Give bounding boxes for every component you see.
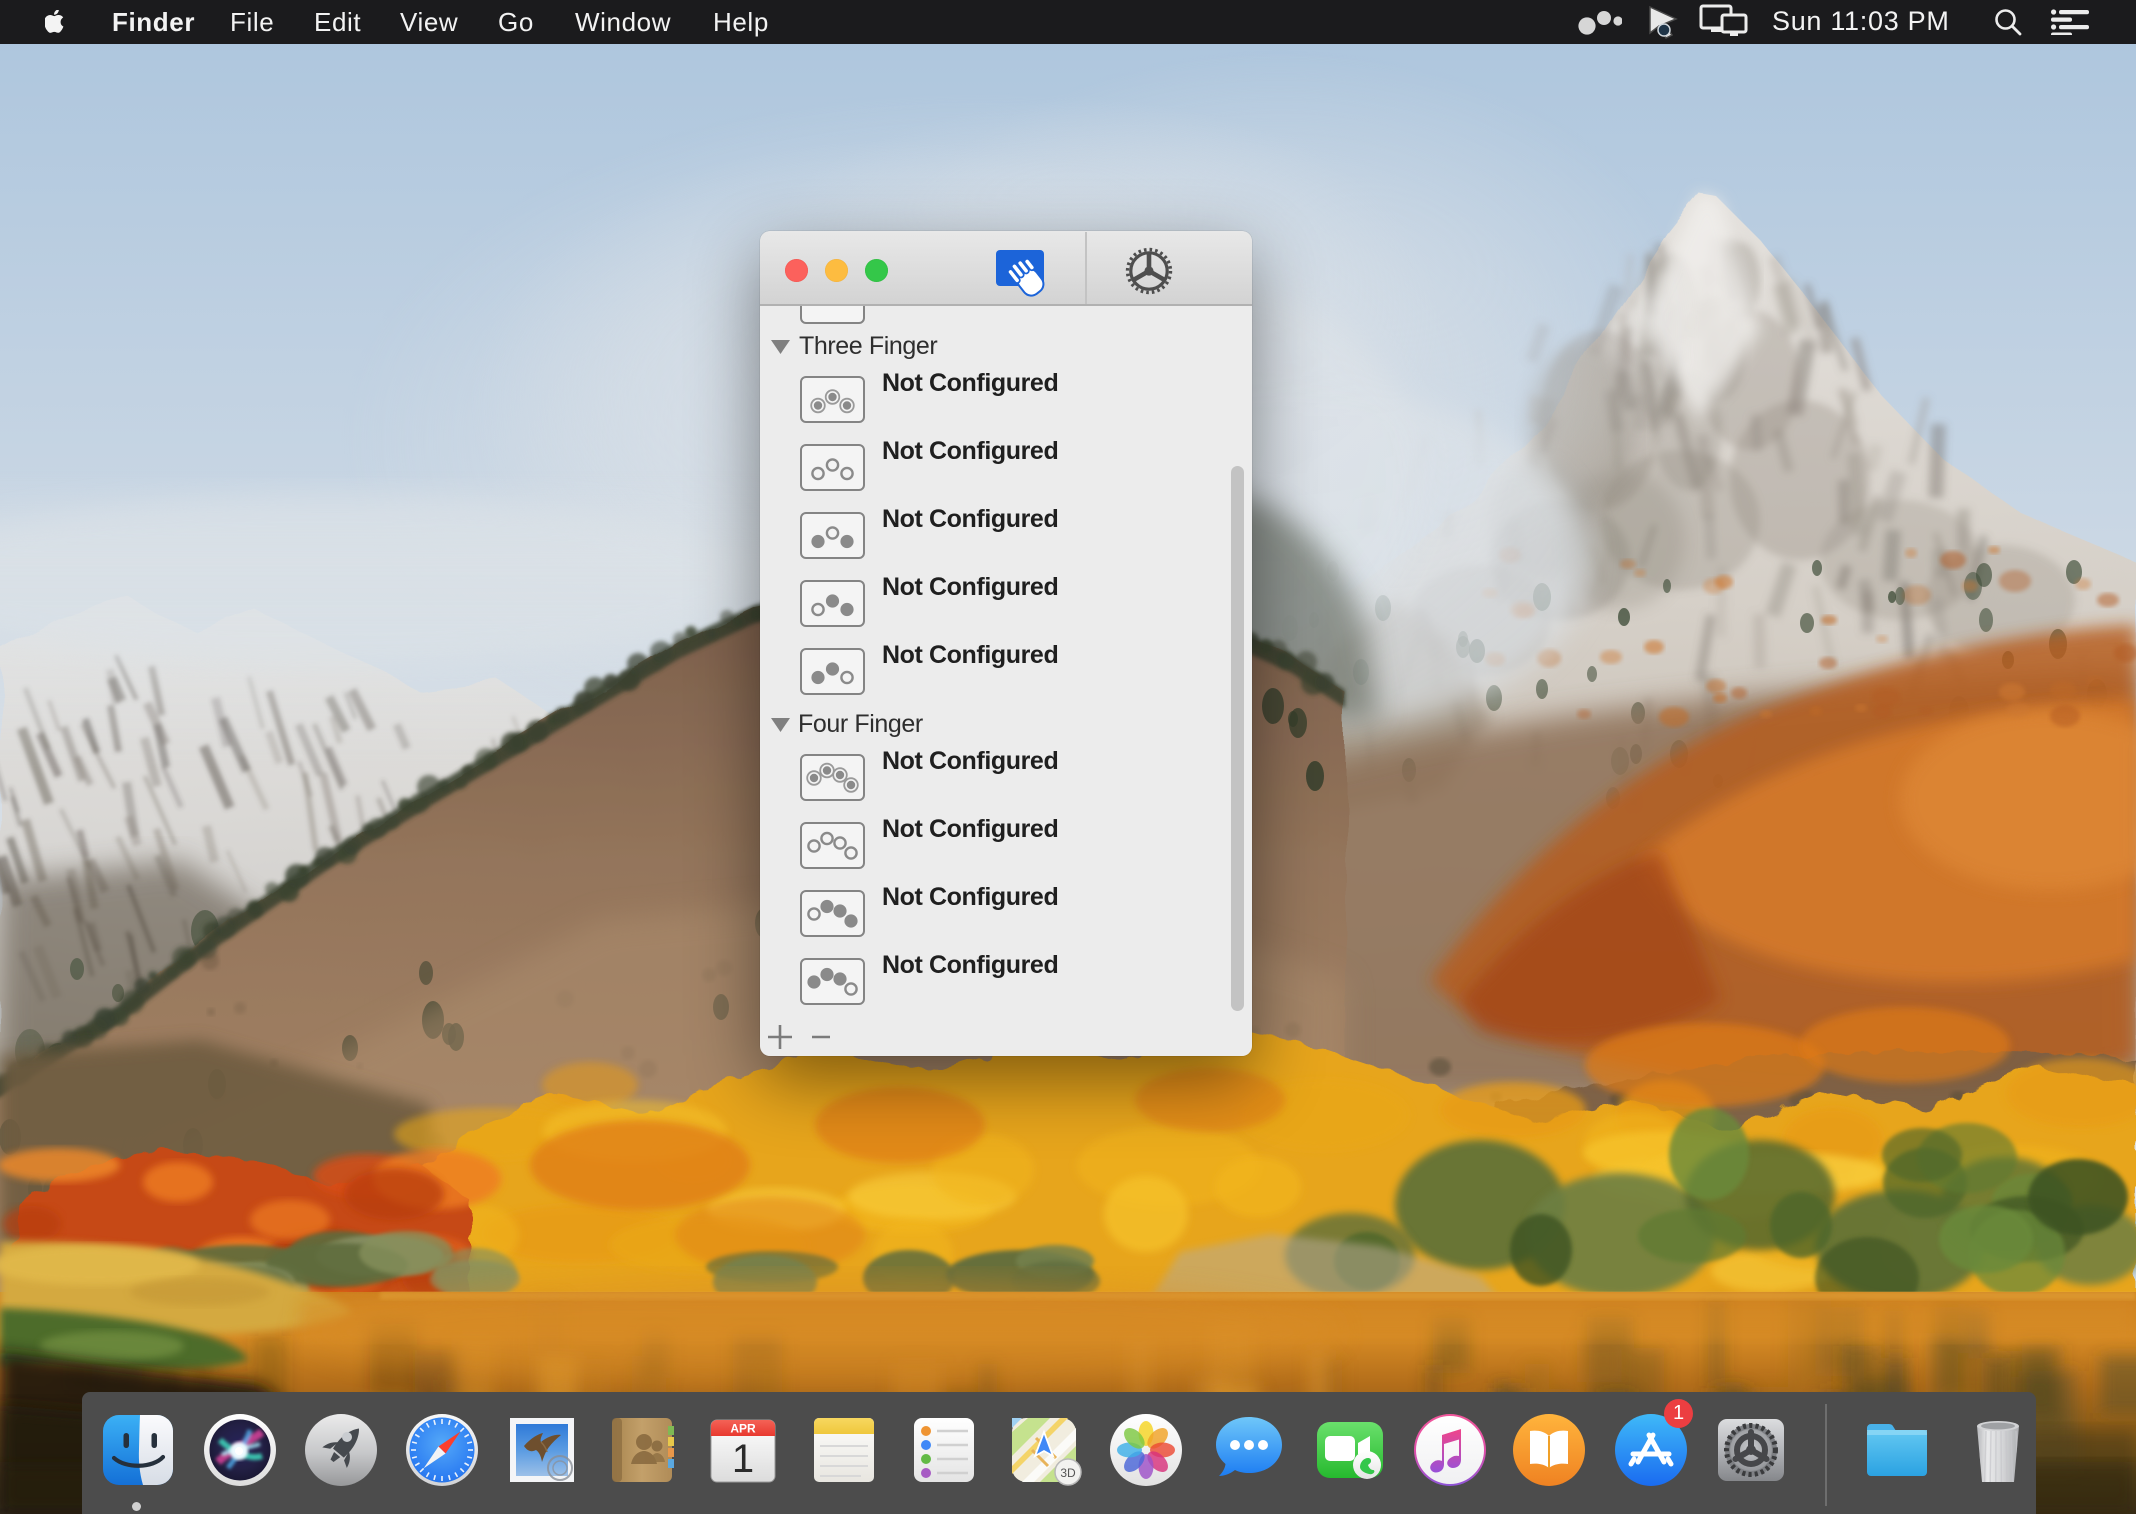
svg-text:APR: APR [730, 1422, 756, 1436]
svg-text:3D: 3D [1060, 1466, 1076, 1480]
svg-text:1: 1 [732, 1437, 754, 1481]
